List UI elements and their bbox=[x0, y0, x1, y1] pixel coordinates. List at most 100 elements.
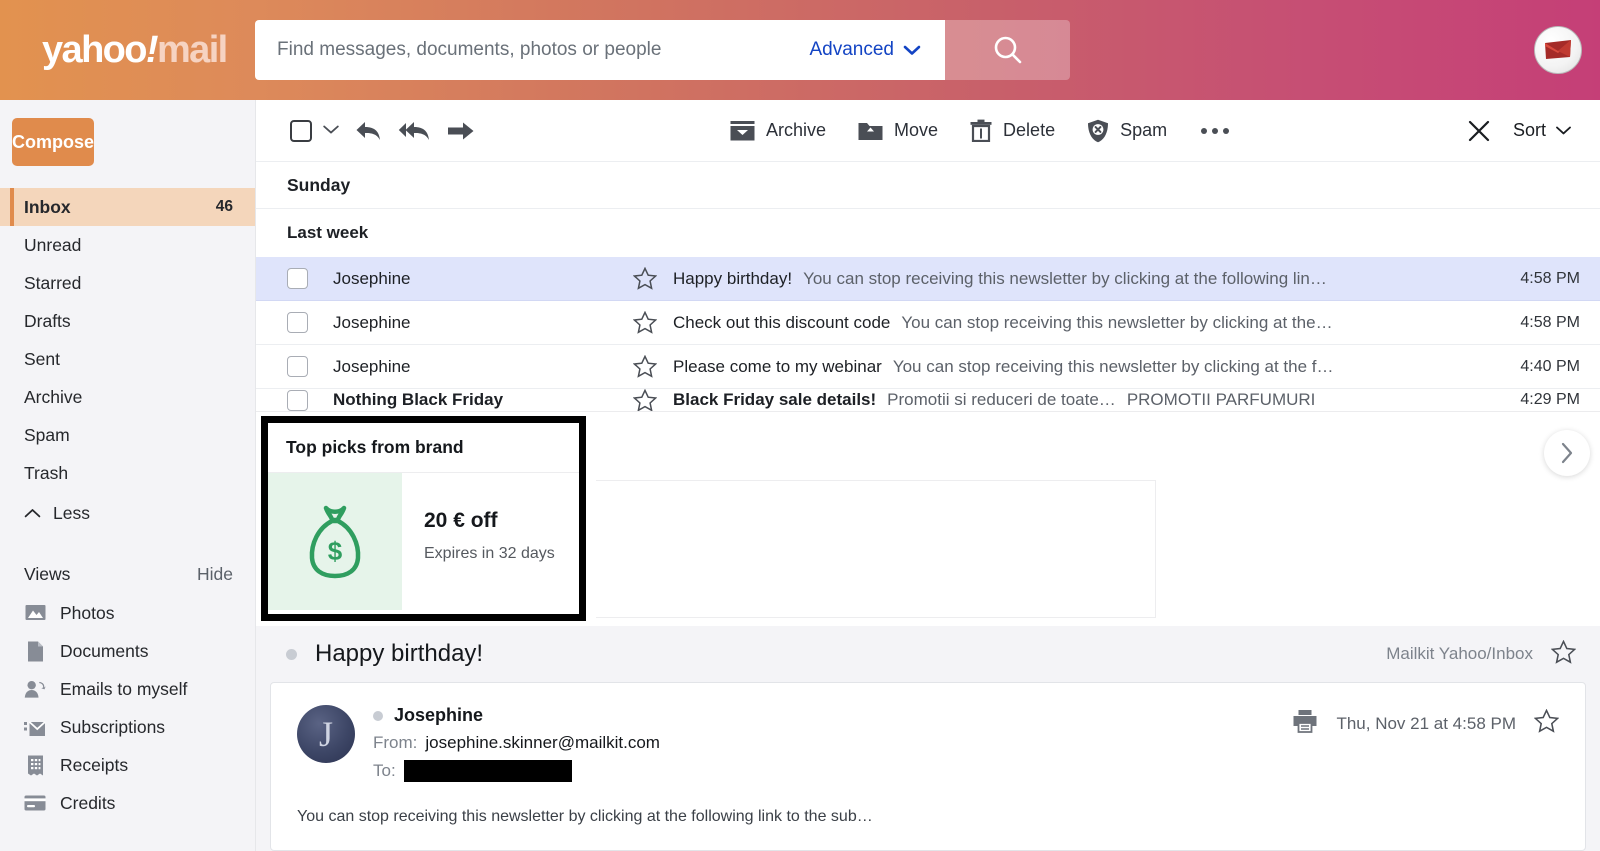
message-toolbar: Archive Move Delete Spam Sort bbox=[256, 100, 1600, 162]
forward-button[interactable] bbox=[438, 111, 484, 151]
sidebar-item-sent[interactable]: Sent bbox=[0, 340, 255, 378]
more-dot bbox=[1223, 127, 1230, 134]
sidebar-item-photos[interactable]: Photos bbox=[0, 594, 255, 632]
reading-star-button[interactable] bbox=[1550, 639, 1577, 669]
sidebar-item-credits[interactable]: Credits bbox=[0, 784, 255, 822]
yahoo-mail-app: yahoo!mail Advanced bbox=[0, 0, 1600, 851]
select-all-dropdown[interactable] bbox=[322, 122, 340, 140]
sidebar-item-drafts[interactable]: Drafts bbox=[0, 302, 255, 340]
row-checkbox[interactable] bbox=[287, 312, 308, 333]
sidebar-label-drafts: Drafts bbox=[24, 310, 71, 331]
sidebar-item-starred[interactable]: Starred bbox=[0, 264, 255, 302]
row-sender: Josephine bbox=[333, 356, 411, 376]
sidebar-label-subscriptions: Subscriptions bbox=[60, 716, 166, 737]
subscriptions-icon bbox=[24, 716, 46, 738]
reply-all-button[interactable] bbox=[392, 111, 438, 151]
views-header: Views Hide bbox=[0, 554, 255, 594]
row-star-icon[interactable] bbox=[633, 311, 673, 334]
row-content: Black Friday sale details! Promotii si r… bbox=[673, 390, 1488, 410]
views-hide-button[interactable]: Hide bbox=[197, 564, 233, 585]
spam-button[interactable]: Spam bbox=[1071, 111, 1183, 151]
archive-label: Archive bbox=[766, 120, 827, 140]
photos-icon bbox=[24, 602, 46, 624]
sort-label: Sort bbox=[1512, 120, 1546, 140]
search-bar: Advanced bbox=[255, 20, 1070, 80]
star-icon bbox=[633, 311, 657, 334]
sidebar-label-spam: Spam bbox=[24, 424, 70, 445]
move-button[interactable]: Move bbox=[842, 111, 954, 151]
delete-button[interactable]: Delete bbox=[954, 111, 1071, 151]
main-panel: Archive Move Delete Spam Sort Sunday Las… bbox=[255, 100, 1600, 851]
breadcrumb: Mailkit Yahoo/Inbox bbox=[1386, 644, 1533, 663]
sidebar-label-receipts: Receipts bbox=[60, 754, 129, 775]
search-button[interactable] bbox=[945, 20, 1070, 80]
close-icon bbox=[1468, 120, 1490, 141]
row-sender: Nothing Black Friday bbox=[333, 390, 504, 409]
yahoo-mail-logo[interactable]: yahoo!mail bbox=[0, 31, 255, 69]
sidebar-item-trash[interactable]: Trash bbox=[0, 454, 255, 492]
star-icon bbox=[1533, 708, 1560, 733]
row-star-icon[interactable] bbox=[633, 267, 673, 290]
sort-button[interactable]: Sort bbox=[1513, 120, 1578, 141]
sidebar-item-subscriptions[interactable]: Subscriptions bbox=[0, 708, 255, 746]
compose-button[interactable]: Compose bbox=[12, 118, 95, 166]
sidebar-item-documents[interactable]: Documents bbox=[0, 632, 255, 670]
search-input[interactable] bbox=[277, 39, 800, 61]
promo-card[interactable]: Top picks from brand $ 20 € off Expires … bbox=[261, 416, 586, 621]
row-snippet: You can stop receiving this newsletter b… bbox=[892, 356, 1334, 376]
sidebar-item-emails-to-myself[interactable]: Emails to myself bbox=[0, 670, 255, 708]
star-icon bbox=[633, 267, 657, 290]
toolbar-right-group: Sort bbox=[1459, 111, 1578, 151]
page-title: Happy birthday! bbox=[315, 640, 484, 667]
message-body-preview: You can stop receiving this newsletter b… bbox=[297, 808, 873, 825]
sidebar-label-emails-to-myself: Emails to myself bbox=[60, 678, 188, 699]
sidebar-item-inbox[interactable]: Inbox 46 bbox=[0, 188, 255, 226]
sidebar-less-toggle[interactable]: Less bbox=[0, 494, 255, 532]
to-label: To: bbox=[373, 761, 396, 780]
unread-dot-icon bbox=[286, 648, 297, 660]
app-header: yahoo!mail Advanced bbox=[0, 0, 1600, 100]
sidebar-item-unread[interactable]: Unread bbox=[0, 226, 255, 264]
row-star-icon[interactable] bbox=[633, 355, 673, 378]
archive-button[interactable]: Archive bbox=[714, 111, 842, 151]
table-row[interactable]: Josephine Check out this discount code Y… bbox=[256, 301, 1600, 345]
chevron-down-icon bbox=[323, 125, 339, 133]
chevron-down-icon bbox=[903, 45, 921, 55]
row-checkbox[interactable] bbox=[287, 389, 308, 411]
promo-thumbnail: $ bbox=[268, 473, 402, 610]
table-row[interactable]: Josephine Please come to my webinar You … bbox=[256, 345, 1600, 389]
sidebar-label-photos: Photos bbox=[60, 602, 115, 623]
avatar[interactable] bbox=[1534, 26, 1582, 74]
row-checkbox[interactable] bbox=[287, 268, 308, 289]
chevron-down-icon bbox=[1556, 126, 1571, 135]
promo-offer[interactable]: $ 20 € off Expires in 32 days bbox=[268, 472, 579, 610]
select-all-checkbox[interactable] bbox=[290, 119, 312, 142]
reply-button[interactable] bbox=[346, 111, 392, 151]
promo-next-button[interactable] bbox=[1544, 430, 1590, 476]
advanced-search-toggle[interactable]: Advanced bbox=[809, 39, 929, 61]
sidebar-label-trash: Trash bbox=[24, 462, 69, 483]
more-options-button[interactable] bbox=[1183, 127, 1247, 134]
close-button[interactable] bbox=[1459, 111, 1499, 151]
message-fields: Josephine From: josephine.skinner@mailki… bbox=[373, 705, 1292, 782]
sidebar-item-spam[interactable]: Spam bbox=[0, 416, 255, 454]
table-row[interactable]: Josephine Happy birthday! You can stop r… bbox=[256, 257, 1600, 301]
sidebar-item-archive[interactable]: Archive bbox=[0, 378, 255, 416]
row-star-icon[interactable] bbox=[633, 389, 673, 411]
sidebar-label-documents: Documents bbox=[60, 640, 149, 661]
message-list: Sunday Last week Josephine Happy birthda… bbox=[256, 162, 1600, 411]
message-sender-name[interactable]: Josephine bbox=[394, 705, 483, 726]
promo-card-placeholder[interactable] bbox=[596, 480, 1156, 618]
message-to-row: To: bbox=[373, 760, 1292, 782]
spam-label: Spam bbox=[1120, 120, 1168, 140]
person-reply-icon bbox=[24, 678, 46, 700]
table-row[interactable]: Nothing Black Friday Black Friday sale d… bbox=[256, 389, 1600, 411]
promo-expiry: Expires in 32 days bbox=[424, 545, 555, 562]
sidebar-item-receipts[interactable]: Receipts bbox=[0, 746, 255, 784]
print-button[interactable] bbox=[1292, 709, 1318, 738]
sidebar-less-label: Less bbox=[53, 502, 90, 523]
row-content: Happy birthday! You can stop receiving t… bbox=[673, 269, 1488, 289]
row-checkbox[interactable] bbox=[287, 356, 308, 377]
message-star-button[interactable] bbox=[1533, 708, 1560, 738]
from-value[interactable]: josephine.skinner@mailkit.com bbox=[425, 733, 660, 753]
